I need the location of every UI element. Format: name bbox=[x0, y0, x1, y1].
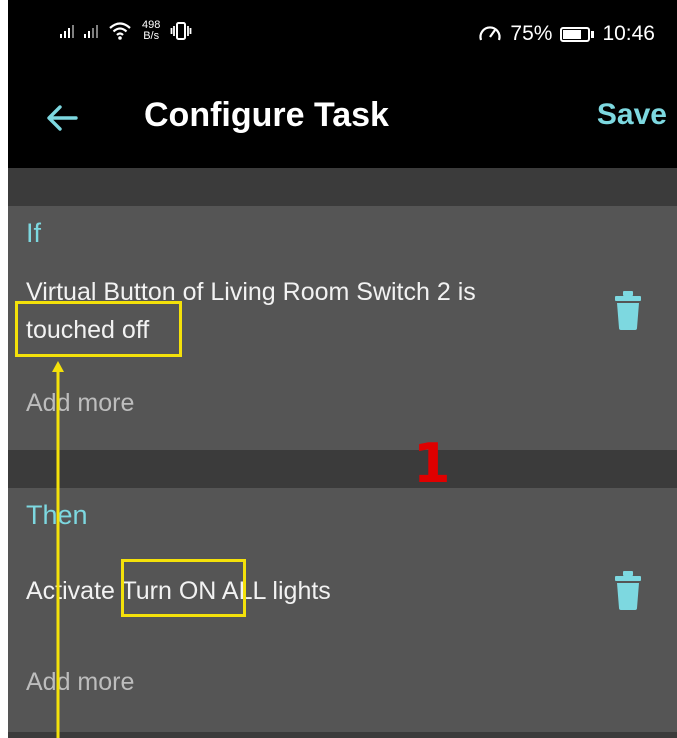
status-bar: 498 B/s 75% 10:46 bbox=[8, 0, 677, 72]
signal-2-icon bbox=[84, 24, 98, 38]
page-title: Configure Task bbox=[144, 96, 389, 134]
delete-condition-trash-icon[interactable] bbox=[612, 290, 644, 330]
battery-percent: 75% bbox=[510, 22, 553, 45]
speedometer-icon bbox=[479, 26, 501, 41]
annotation-arrow-icon bbox=[52, 361, 64, 738]
phone-screen: 498 B/s 75% 10:46 Configure Task Save If… bbox=[8, 0, 677, 738]
vibrate-icon bbox=[170, 22, 192, 40]
clock: 10:46 bbox=[602, 22, 655, 45]
top-divider bbox=[8, 168, 677, 206]
if-label: If bbox=[26, 218, 42, 248]
middle-divider bbox=[8, 450, 677, 488]
action-prefix: Activate bbox=[26, 577, 122, 605]
network-speed: 498 B/s bbox=[142, 20, 160, 42]
save-button[interactable]: Save bbox=[597, 98, 667, 132]
back-arrow-icon[interactable] bbox=[42, 98, 82, 138]
if-add-more-link[interactable]: Add more bbox=[26, 389, 134, 418]
status-left-icons: 498 B/s bbox=[60, 20, 192, 42]
status-right-icons: 75% 10:46 bbox=[478, 22, 655, 46]
highlight-box-trigger bbox=[15, 301, 182, 357]
step-number: 1 bbox=[413, 432, 451, 495]
delete-action-trash-icon[interactable] bbox=[612, 570, 644, 610]
highlight-box-scene bbox=[121, 559, 246, 617]
app-toolbar: Configure Task Save bbox=[8, 72, 677, 168]
signal-1-icon bbox=[60, 24, 74, 38]
then-add-more-link[interactable]: Add more bbox=[26, 668, 134, 697]
battery-icon bbox=[560, 26, 595, 42]
wifi-icon bbox=[109, 22, 131, 40]
net-speed-unit: B/s bbox=[143, 30, 160, 42]
then-section: Then Activate Turn ON ALL lights Add mor… bbox=[8, 488, 677, 732]
bottom-divider bbox=[8, 732, 677, 738]
